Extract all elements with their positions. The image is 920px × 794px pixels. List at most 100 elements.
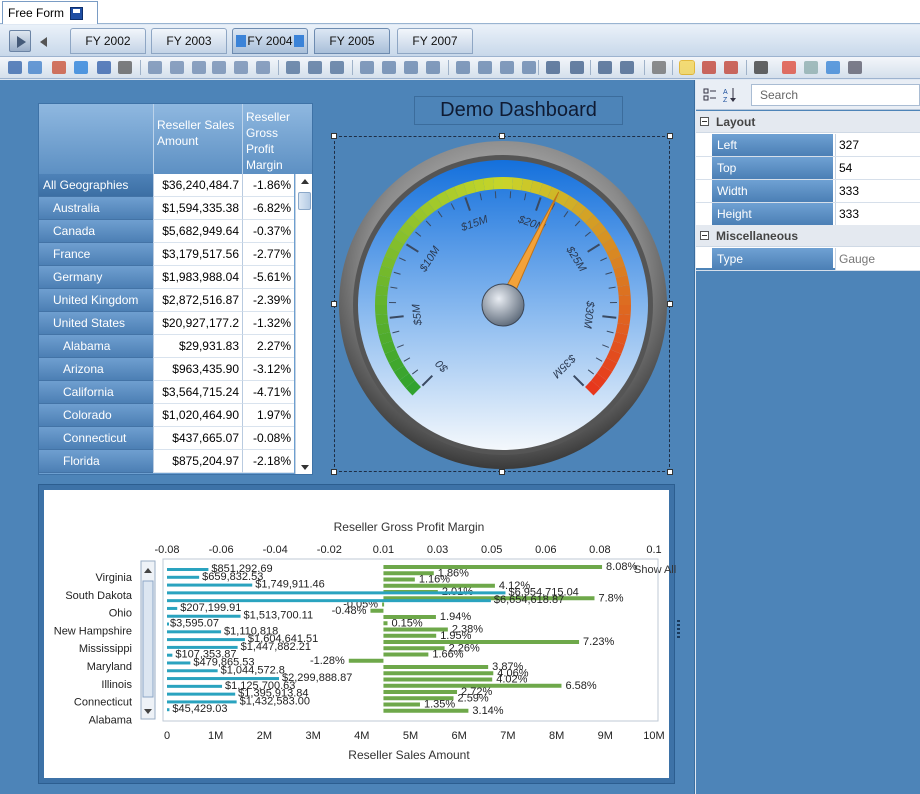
margin-bar[interactable] bbox=[348, 658, 384, 663]
property-row[interactable]: Left 327 bbox=[696, 134, 920, 157]
lock-icon[interactable] bbox=[652, 61, 666, 74]
v-decrease-icon[interactable] bbox=[500, 61, 514, 74]
row-header[interactable]: France bbox=[39, 243, 153, 266]
sales-amount-cell[interactable]: $3,179,517.56 bbox=[153, 243, 242, 266]
property-value[interactable]: 54 bbox=[835, 157, 920, 179]
row-header[interactable]: Alabama bbox=[39, 335, 153, 358]
row-header[interactable]: Florida bbox=[39, 450, 153, 473]
scroll-thumb[interactable] bbox=[298, 192, 311, 210]
profit-margin-cell[interactable]: -0.08% bbox=[242, 427, 294, 450]
sales-bar[interactable] bbox=[167, 692, 236, 696]
sales-bar[interactable] bbox=[167, 653, 173, 657]
bar-chart-panel[interactable]: Reseller Gross Profit Margin Reseller Sa… bbox=[38, 484, 676, 784]
align-center-icon[interactable] bbox=[170, 61, 184, 74]
property-row[interactable]: Top 54 bbox=[696, 157, 920, 180]
margin-bar[interactable] bbox=[383, 671, 494, 676]
grid-row[interactable]: California $3,564,715.24 -4.71% bbox=[39, 381, 294, 404]
grid-row[interactable]: Canada $5,682,949.64 -0.37% bbox=[39, 220, 294, 243]
grid-row[interactable]: United States $20,927,177.2 -1.32% bbox=[39, 312, 294, 335]
property-search-input[interactable]: Search bbox=[751, 84, 920, 106]
export-icon[interactable] bbox=[848, 61, 862, 74]
tab-fy-2004[interactable]: FY 2004 bbox=[232, 28, 308, 54]
property-row[interactable]: Width 333 bbox=[696, 180, 920, 203]
grid-row[interactable]: Germany $1,983,988.04 -5.61% bbox=[39, 266, 294, 289]
grid-row[interactable]: Florida $875,204.97 -2.18% bbox=[39, 450, 294, 473]
row-header[interactable]: United States bbox=[39, 312, 153, 335]
send-back-icon[interactable] bbox=[570, 61, 584, 74]
sales-bar[interactable] bbox=[167, 708, 170, 712]
property-row[interactable]: Type Gauge bbox=[696, 248, 920, 271]
grid-scrollbar[interactable] bbox=[295, 174, 312, 474]
profit-margin-cell[interactable]: -2.18% bbox=[242, 450, 294, 473]
row-header[interactable]: Canada bbox=[39, 220, 153, 243]
grid-row[interactable]: Arizona $963,435.90 -3.12% bbox=[39, 358, 294, 381]
profit-margin-cell[interactable]: -1.32% bbox=[242, 312, 294, 335]
align-right-icon[interactable] bbox=[192, 61, 206, 74]
collapse-icon[interactable] bbox=[700, 231, 709, 240]
sales-amount-cell[interactable]: $437,665.07 bbox=[153, 427, 242, 450]
margin-bar[interactable] bbox=[383, 677, 493, 682]
margin-bar[interactable] bbox=[383, 690, 458, 694]
gauge-selection-frame[interactable]: $0 $5M $10M $15M $20M $25M $30M $35M bbox=[331, 133, 673, 475]
property-group[interactable]: Layout bbox=[696, 111, 920, 133]
chart-icon[interactable] bbox=[28, 61, 42, 74]
margin-bar[interactable] bbox=[383, 577, 415, 582]
grid-row[interactable]: Australia $1,594,335.38 -6.82% bbox=[39, 197, 294, 220]
h-remove-icon[interactable] bbox=[426, 61, 440, 74]
header-gross-profit-margin[interactable]: Reseller Gross Profit Margin bbox=[242, 104, 294, 174]
sort-alphabetical-icon[interactable]: A Z bbox=[723, 87, 737, 103]
grid-row[interactable]: All Geographies $36,240,484.7 -1.86% bbox=[39, 174, 294, 197]
row-header[interactable]: Germany bbox=[39, 266, 153, 289]
sales-amount-cell[interactable]: $2,872,516.87 bbox=[153, 289, 242, 312]
margin-bar[interactable] bbox=[383, 702, 420, 707]
sales-bar[interactable] bbox=[167, 583, 253, 587]
tab-fy-2005[interactable]: FY 2005 bbox=[314, 28, 390, 54]
group-icon[interactable] bbox=[598, 61, 612, 74]
sales-amount-cell[interactable]: $36,240,484.7 bbox=[153, 174, 242, 197]
row-header[interactable]: Australia bbox=[39, 197, 153, 220]
resize-handle[interactable] bbox=[331, 301, 337, 307]
align-top-icon[interactable] bbox=[212, 61, 226, 74]
margin-bar[interactable] bbox=[383, 665, 489, 669]
margin-bar[interactable] bbox=[383, 583, 495, 588]
sales-amount-cell[interactable]: $3,564,715.24 bbox=[153, 381, 242, 404]
delete-icon[interactable] bbox=[679, 60, 695, 75]
globe-icon[interactable] bbox=[74, 61, 88, 74]
align-bottom-icon[interactable] bbox=[256, 61, 270, 74]
sales-amount-cell[interactable]: $1,983,988.04 bbox=[153, 266, 242, 289]
align-middle-icon[interactable] bbox=[234, 61, 248, 74]
row-header[interactable]: United Kingdom bbox=[39, 289, 153, 312]
bring-front-icon[interactable] bbox=[546, 61, 560, 74]
h-increase-icon[interactable] bbox=[382, 61, 396, 74]
sales-bar[interactable] bbox=[167, 630, 222, 634]
profit-margin-cell[interactable]: -1.86% bbox=[242, 174, 294, 197]
resize-handle[interactable] bbox=[667, 133, 673, 139]
back-arrow-icon[interactable] bbox=[40, 37, 47, 47]
grid-row[interactable]: France $3,179,517.56 -2.77% bbox=[39, 243, 294, 266]
grid-row[interactable]: Alabama $29,931.83 2.27% bbox=[39, 335, 294, 358]
margin-bar[interactable] bbox=[383, 633, 437, 638]
property-value[interactable]: 327 bbox=[835, 134, 920, 156]
row-header[interactable]: Colorado bbox=[39, 404, 153, 427]
v-increase-icon[interactable] bbox=[478, 61, 492, 74]
profit-margin-cell[interactable]: -0.37% bbox=[242, 220, 294, 243]
grid-row[interactable]: Connecticut $437,665.07 -0.08% bbox=[39, 427, 294, 450]
scroll-up-icon[interactable] bbox=[301, 179, 309, 184]
same-width-icon[interactable] bbox=[286, 61, 300, 74]
color-icon[interactable] bbox=[782, 61, 796, 74]
margin-bar[interactable] bbox=[383, 640, 580, 644]
pivot-grid[interactable]: Reseller Sales Amount Reseller Gross Pro… bbox=[38, 103, 313, 475]
h-spacing-icon[interactable] bbox=[360, 61, 374, 74]
sales-bar[interactable] bbox=[167, 575, 200, 579]
profit-margin-cell[interactable]: -2.39% bbox=[242, 289, 294, 312]
profit-margin-cell[interactable]: -4.71% bbox=[242, 381, 294, 404]
profit-margin-cell[interactable]: -3.12% bbox=[242, 358, 294, 381]
tab-fy-2002[interactable]: FY 2002 bbox=[70, 28, 146, 54]
text-icon[interactable] bbox=[97, 61, 111, 74]
margin-bar[interactable] bbox=[383, 621, 388, 626]
paste-icon[interactable] bbox=[724, 61, 738, 74]
same-size-icon[interactable] bbox=[330, 61, 344, 74]
sales-amount-cell[interactable]: $5,682,949.64 bbox=[153, 220, 242, 243]
move-down-icon[interactable] bbox=[236, 35, 247, 47]
property-value[interactable]: 333 bbox=[835, 203, 920, 225]
